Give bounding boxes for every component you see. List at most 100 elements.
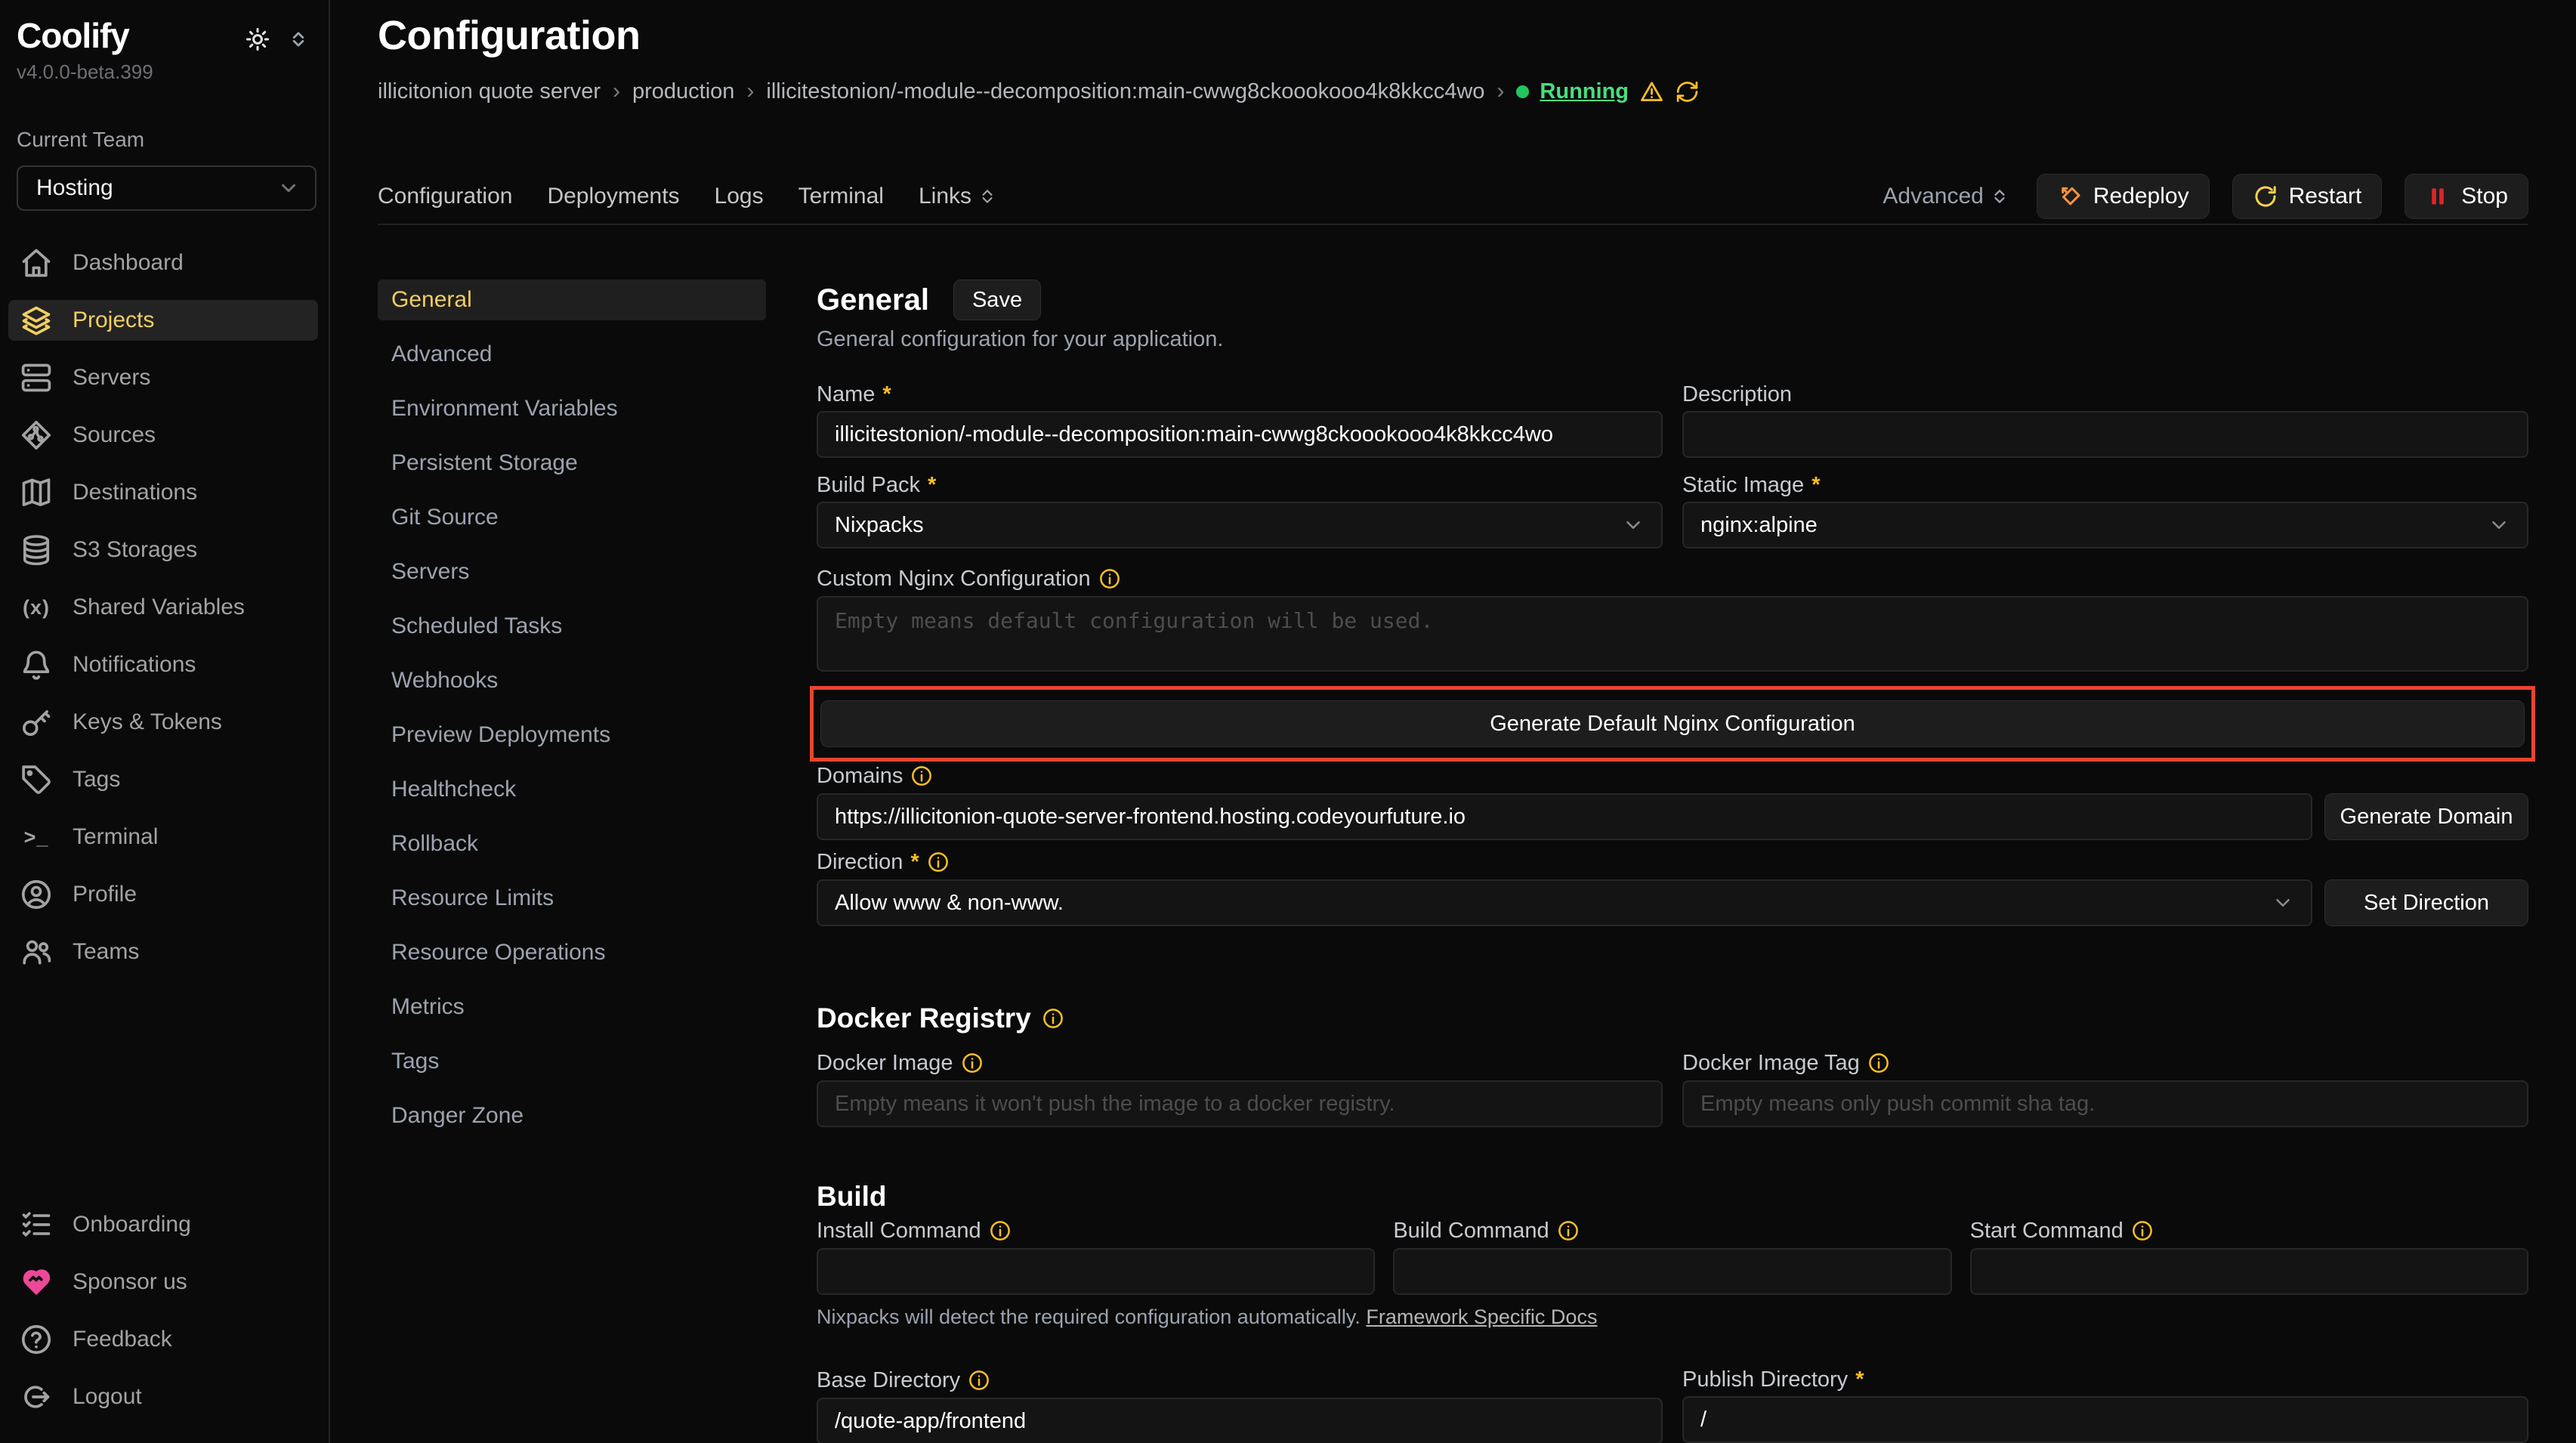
stop-icon [2425,184,2451,209]
sidebar-item-keys-tokens[interactable]: Keys & Tokens [8,702,318,743]
tab-configuration[interactable]: Configuration [378,184,512,209]
breadcrumb-environment[interactable]: production [632,79,734,104]
docker-image-tag-input[interactable] [1682,1080,2528,1127]
sidebar-item-shared-variables[interactable]: (x)Shared Variables [8,587,318,628]
theme-toggle-sun-icon[interactable] [244,26,271,53]
subnav-item-healthcheck[interactable]: Healthcheck [378,769,766,810]
sidebar-item-dashboard[interactable]: Dashboard [8,243,318,283]
tab-deployments[interactable]: Deployments [547,184,679,209]
description-input[interactable] [1682,411,2528,458]
sidebar-item-sponsor-us[interactable]: Sponsor us [8,1262,318,1302]
framework-docs-link[interactable]: Framework Specific Docs [1366,1305,1597,1328]
info-icon[interactable] [910,765,933,787]
info-icon[interactable] [927,851,950,873]
status-badge[interactable]: Running [1540,79,1629,104]
subnav-item-advanced[interactable]: Advanced [378,334,766,375]
subnav-item-preview-deployments[interactable]: Preview Deployments [378,715,766,755]
map-icon [20,476,53,509]
subnav-item-persistent-storage[interactable]: Persistent Storage [378,443,766,484]
domains-input[interactable] [817,793,2312,840]
build-pack-label: Build Pack [817,474,920,496]
redeploy-button[interactable]: Redeploy [2037,174,2210,219]
info-icon[interactable] [1867,1052,1890,1074]
refresh-icon[interactable] [1675,79,1700,104]
sidebar-item-teams[interactable]: Teams [8,932,318,972]
subnav-item-danger-zone[interactable]: Danger Zone [378,1095,766,1136]
subnav-item-scheduled-tasks[interactable]: Scheduled Tasks [378,606,766,647]
sidebar-collapse-icon[interactable] [288,29,309,50]
subnav-item-resource-limits[interactable]: Resource Limits [378,878,766,919]
toolbar: Configuration Deployments Logs Terminal Link… [378,174,2528,219]
tab-links[interactable]: Links [919,184,997,209]
sidebar-item-projects[interactable]: Projects [8,300,318,341]
subnav-item-git-source[interactable]: Git Source [378,497,766,538]
sidebar-footer-nav: OnboardingSponsor usFeedbackLogout [17,1204,317,1434]
warning-icon[interactable] [1639,79,1664,104]
subnav-item-resource-operations[interactable]: Resource Operations [378,932,766,973]
breadcrumb-resource[interactable]: illicitestonion/-module--decomposition:m… [766,79,1484,104]
info-icon[interactable] [961,1052,984,1074]
info-icon[interactable] [968,1369,990,1392]
generate-nginx-button[interactable]: Generate Default Nginx Configuration [820,700,2525,747]
name-input[interactable] [817,411,1663,458]
annotation-highlight-box: Generate Default Nginx Configuration [810,686,2535,762]
info-icon[interactable] [1098,567,1121,590]
sidebar-item-terminal[interactable]: >_Terminal [8,817,318,857]
bell-icon [20,648,53,681]
toolbar-divider [378,224,2528,225]
static-image-select[interactable]: nginx:alpine [1682,502,2528,548]
restart-button[interactable]: Restart [2232,174,2383,219]
info-icon[interactable] [1557,1219,1580,1242]
sidebar-item-feedback[interactable]: Feedback [8,1319,318,1360]
save-button[interactable]: Save [953,280,1041,320]
subnav-item-general[interactable]: General [378,280,766,320]
team-select[interactable]: Hosting [17,165,317,211]
subnav-item-tags[interactable]: Tags [378,1041,766,1082]
sidebar-item-servers[interactable]: Servers [8,357,318,398]
subnav-item-rollback[interactable]: Rollback [378,823,766,864]
start-command-input[interactable] [1970,1248,2528,1295]
team-select-value: Hosting [36,175,113,201]
sidebar-item-logout[interactable]: Logout [8,1377,318,1417]
base-directory-input[interactable] [817,1398,1663,1443]
direction-select[interactable]: Allow www & non-www. [817,879,2312,926]
breadcrumb: illicitonion quote server › production ›… [378,79,2528,104]
database-icon [20,533,53,567]
install-command-input[interactable] [817,1248,1375,1295]
tab-logs[interactable]: Logs [715,184,764,209]
advanced-dropdown[interactable]: Advanced [1883,184,2009,209]
sidebar-item-tags[interactable]: Tags [8,759,318,800]
nginx-config-textarea[interactable] [817,596,2528,672]
tab-terminal[interactable]: Terminal [798,184,884,209]
domains-label: Domains [817,765,903,786]
build-pack-select[interactable]: Nixpacks [817,502,1663,548]
sidebar-item-notifications[interactable]: Notifications [8,644,318,685]
subnav-item-webhooks[interactable]: Webhooks [378,660,766,701]
generate-domain-button[interactable]: Generate Domain [2324,793,2528,840]
sidebar-item-destinations[interactable]: Destinations [8,472,318,513]
subnav-item-metrics[interactable]: Metrics [378,987,766,1027]
sidebar-item-sources[interactable]: Sources [8,415,318,456]
breadcrumb-project[interactable]: illicitonion quote server [378,79,601,104]
sidebar-item-profile[interactable]: Profile [8,874,318,915]
stop-button[interactable]: Stop [2405,174,2528,219]
build-command-input[interactable] [1393,1248,1951,1295]
sidebar-item-onboarding[interactable]: Onboarding [8,1204,318,1245]
info-icon[interactable] [1042,1007,1064,1030]
publish-directory-input[interactable] [1682,1396,2528,1443]
chevron-down-icon [277,177,300,199]
terminal-icon: >_ [20,820,53,854]
docker-image-input[interactable] [817,1080,1663,1127]
sidebar-item-s3-storages[interactable]: S3 Storages [8,530,318,570]
info-icon[interactable] [989,1219,1012,1242]
braces-x-icon: (x) [20,591,53,624]
info-icon[interactable] [2131,1219,2154,1242]
breadcrumb-separator: › [746,79,754,104]
layers-icon [20,304,53,337]
chevrons-up-down-icon [978,187,997,206]
subnav-item-servers[interactable]: Servers [378,552,766,592]
set-direction-button[interactable]: Set Direction [2324,879,2528,926]
advanced-label: Advanced [1883,184,1983,209]
subnav-item-environment-variables[interactable]: Environment Variables [378,388,766,429]
static-image-label: Static Image [1682,474,1804,496]
